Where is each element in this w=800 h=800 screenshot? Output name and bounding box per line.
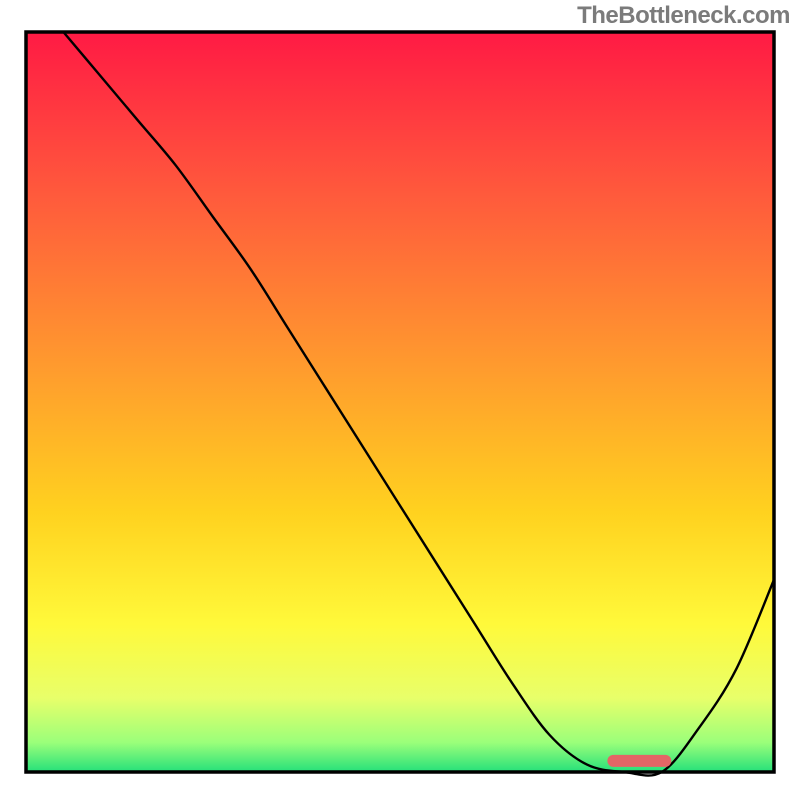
bottleneck-chart: [0, 0, 800, 800]
watermark-text: TheBottleneck.com: [577, 2, 790, 30]
marker-pill: [607, 755, 671, 767]
chart-container: TheBottleneck.com: [0, 0, 800, 800]
plot-background: [26, 32, 774, 772]
